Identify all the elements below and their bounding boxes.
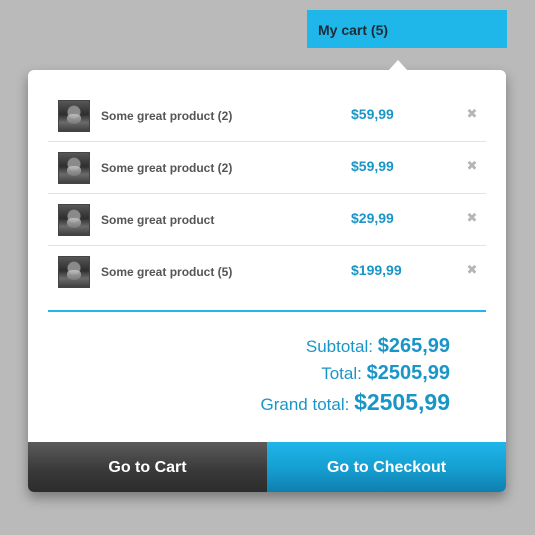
cart-dropdown-screen: My cart (5) Some great product (2) $59,9… [0, 0, 535, 535]
dropdown-caret [388, 60, 408, 71]
total-label: Total: [321, 364, 367, 383]
go-to-cart-button[interactable]: Go to Cart [28, 442, 267, 492]
grand-total-row: Grand total: $2505,99 [261, 387, 451, 421]
product-price: $29,99 [351, 210, 394, 226]
cart-totals: Subtotal: $265,99 Total: $2505,99 Grand … [261, 333, 451, 421]
product-name[interactable]: Some great product [101, 194, 214, 246]
close-icon[interactable]: ✖ [465, 107, 479, 121]
product-thumbnail[interactable] [58, 204, 90, 236]
close-icon[interactable]: ✖ [465, 159, 479, 173]
subtotal-row: Subtotal: $265,99 [261, 333, 450, 361]
product-price: $199,99 [351, 262, 402, 278]
go-to-checkout-button[interactable]: Go to Checkout [267, 442, 506, 492]
cart-item: Some great product (5) $199,99 ✖ [48, 246, 486, 298]
close-icon[interactable]: ✖ [465, 263, 479, 277]
product-price: $59,99 [351, 106, 394, 122]
product-name[interactable]: Some great product (2) [101, 142, 232, 194]
product-name[interactable]: Some great product (5) [101, 246, 232, 298]
cart-item: Some great product (2) $59,99 ✖ [48, 142, 486, 194]
total-value: $2505,99 [366, 362, 450, 384]
product-name[interactable]: Some great product (2) [101, 90, 232, 142]
cart-item: Some great product (2) $59,99 ✖ [48, 90, 486, 142]
product-price: $59,99 [351, 158, 394, 174]
total-row: Total: $2505,99 [261, 361, 450, 387]
subtotal-label: Subtotal: [305, 337, 378, 356]
product-thumbnail[interactable] [58, 152, 90, 184]
close-icon[interactable]: ✖ [465, 211, 479, 225]
grand-total-value: $2505,99 [354, 389, 450, 415]
my-cart-button[interactable]: My cart (5) [307, 10, 507, 48]
cart-actions: Go to Cart Go to Checkout [28, 442, 506, 492]
product-thumbnail[interactable] [58, 256, 90, 288]
product-thumbnail[interactable] [58, 100, 90, 132]
totals-divider [48, 310, 486, 312]
cart-item-list: Some great product (2) $59,99 ✖ Some gre… [48, 90, 486, 298]
cart-item: Some great product $29,99 ✖ [48, 194, 486, 246]
subtotal-value: $265,99 [377, 335, 450, 357]
cart-dropdown-panel: Some great product (2) $59,99 ✖ Some gre… [28, 70, 506, 492]
grand-total-label: Grand total: [260, 395, 355, 414]
